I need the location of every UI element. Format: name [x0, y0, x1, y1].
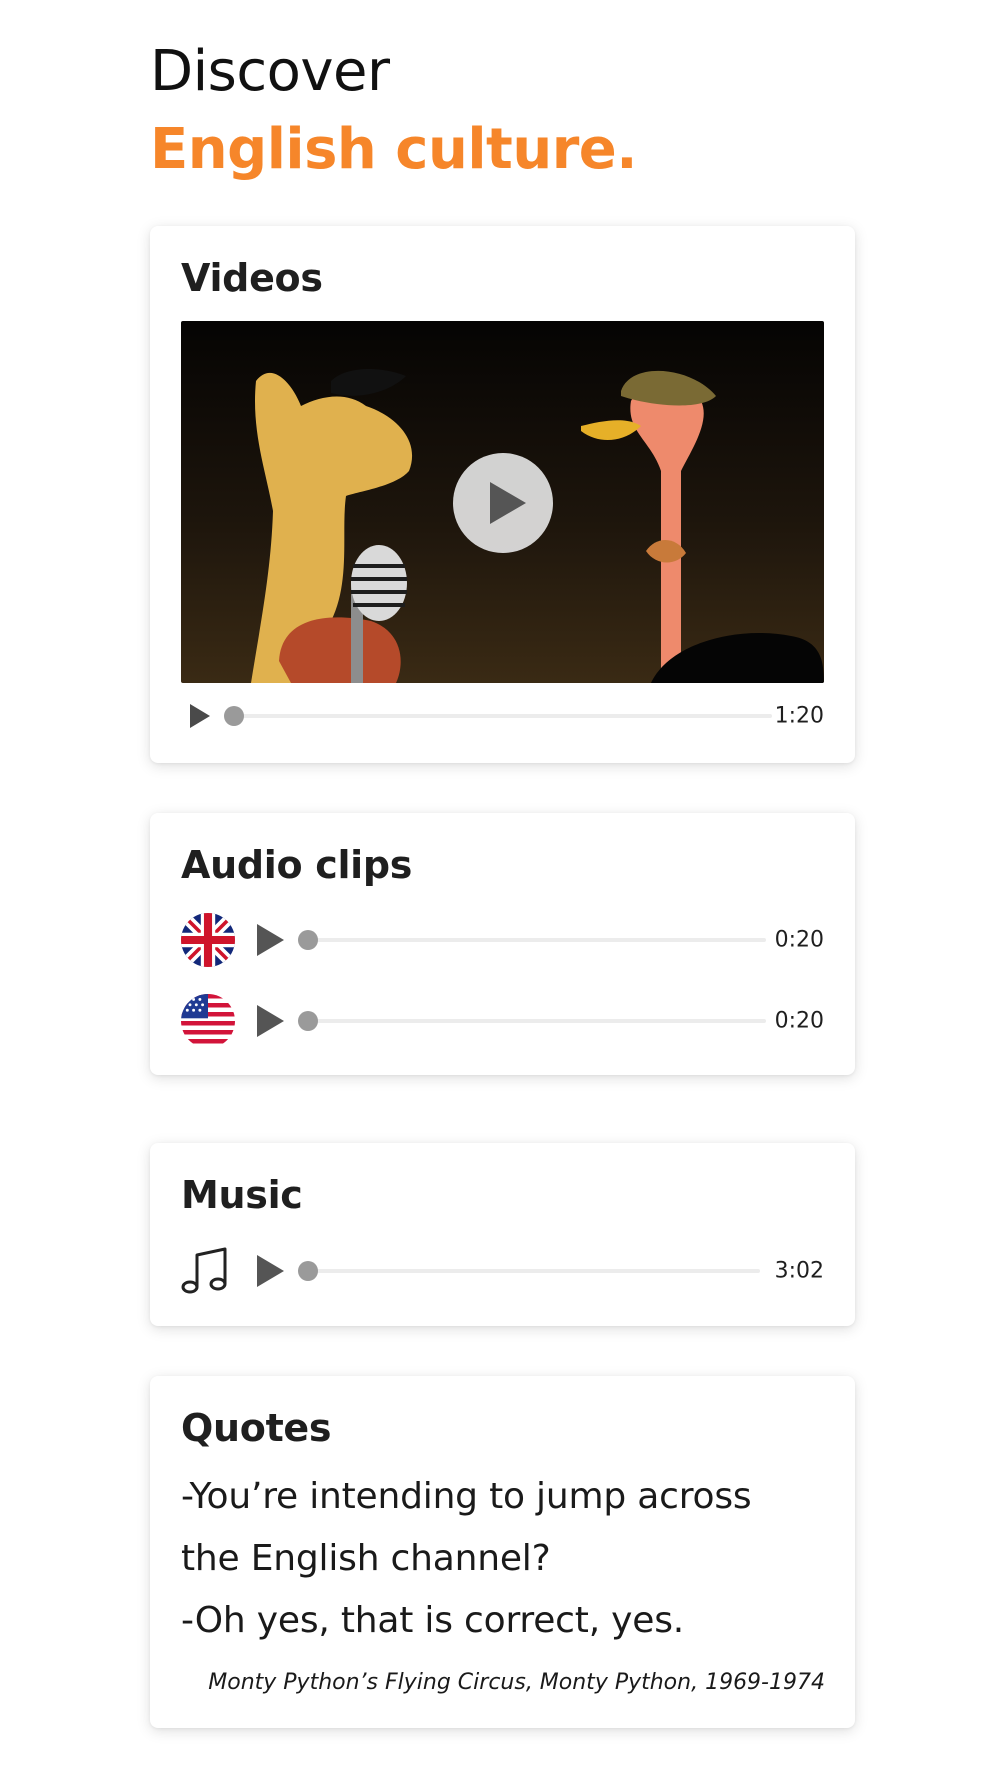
video-player-frame[interactable] [181, 321, 824, 683]
audio-clip-us: 0:20 [181, 994, 824, 1048]
videos-card: Videos 1:20 [150, 226, 855, 763]
music-progress-track[interactable] [307, 1269, 760, 1273]
quote-line: -You’re intending to jump across [181, 1476, 752, 1517]
us-audio-play-button[interactable] [257, 1005, 284, 1037]
music-note-icon [181, 1247, 227, 1294]
video-duration: 1:20 [774, 703, 824, 729]
uk-flag-icon [181, 913, 235, 967]
video-controls: 1:20 [181, 701, 824, 731]
music-progress-thumb[interactable] [298, 1261, 318, 1281]
quote-source: Monty Python’s Flying Circus, Monty Pyth… [208, 1670, 825, 1695]
us-audio-progress-thumb[interactable] [298, 1011, 318, 1031]
quote-line: the English channel? [181, 1538, 551, 1579]
music-card: Music 3:02 [150, 1143, 855, 1326]
quotes-card: Quotes -You’re intending to jump across … [150, 1376, 855, 1728]
us-audio-duration: 0:20 [774, 1008, 824, 1034]
audio-clips-card: Audio clips 0:20 0:20 [150, 813, 855, 1075]
uk-audio-play-button[interactable] [257, 924, 284, 956]
video-play-button[interactable] [190, 704, 210, 728]
us-audio-progress-track[interactable] [307, 1019, 766, 1023]
page-subtitle: English culture. [150, 117, 638, 182]
quotes-title: Quotes [181, 1406, 332, 1450]
music-duration: 3:02 [774, 1258, 824, 1284]
quote-line: -Oh yes, that is correct, yes. [181, 1600, 685, 1641]
audio-clip-uk: 0:20 [181, 913, 824, 967]
videos-title: Videos [181, 256, 323, 300]
video-progress-thumb[interactable] [224, 706, 244, 726]
us-flag-icon [181, 994, 235, 1048]
video-play-overlay-button[interactable] [453, 453, 553, 553]
page-header: Discover English culture. [150, 36, 638, 192]
audio-clips-title: Audio clips [181, 843, 413, 887]
uk-audio-duration: 0:20 [774, 927, 824, 953]
uk-audio-progress-thumb[interactable] [298, 930, 318, 950]
page-title: Discover [150, 39, 390, 104]
uk-audio-progress-track[interactable] [307, 938, 766, 942]
video-progress-track[interactable] [233, 714, 772, 718]
music-player: 3:02 [181, 1247, 824, 1294]
music-title: Music [181, 1173, 303, 1217]
music-play-button[interactable] [257, 1255, 284, 1287]
